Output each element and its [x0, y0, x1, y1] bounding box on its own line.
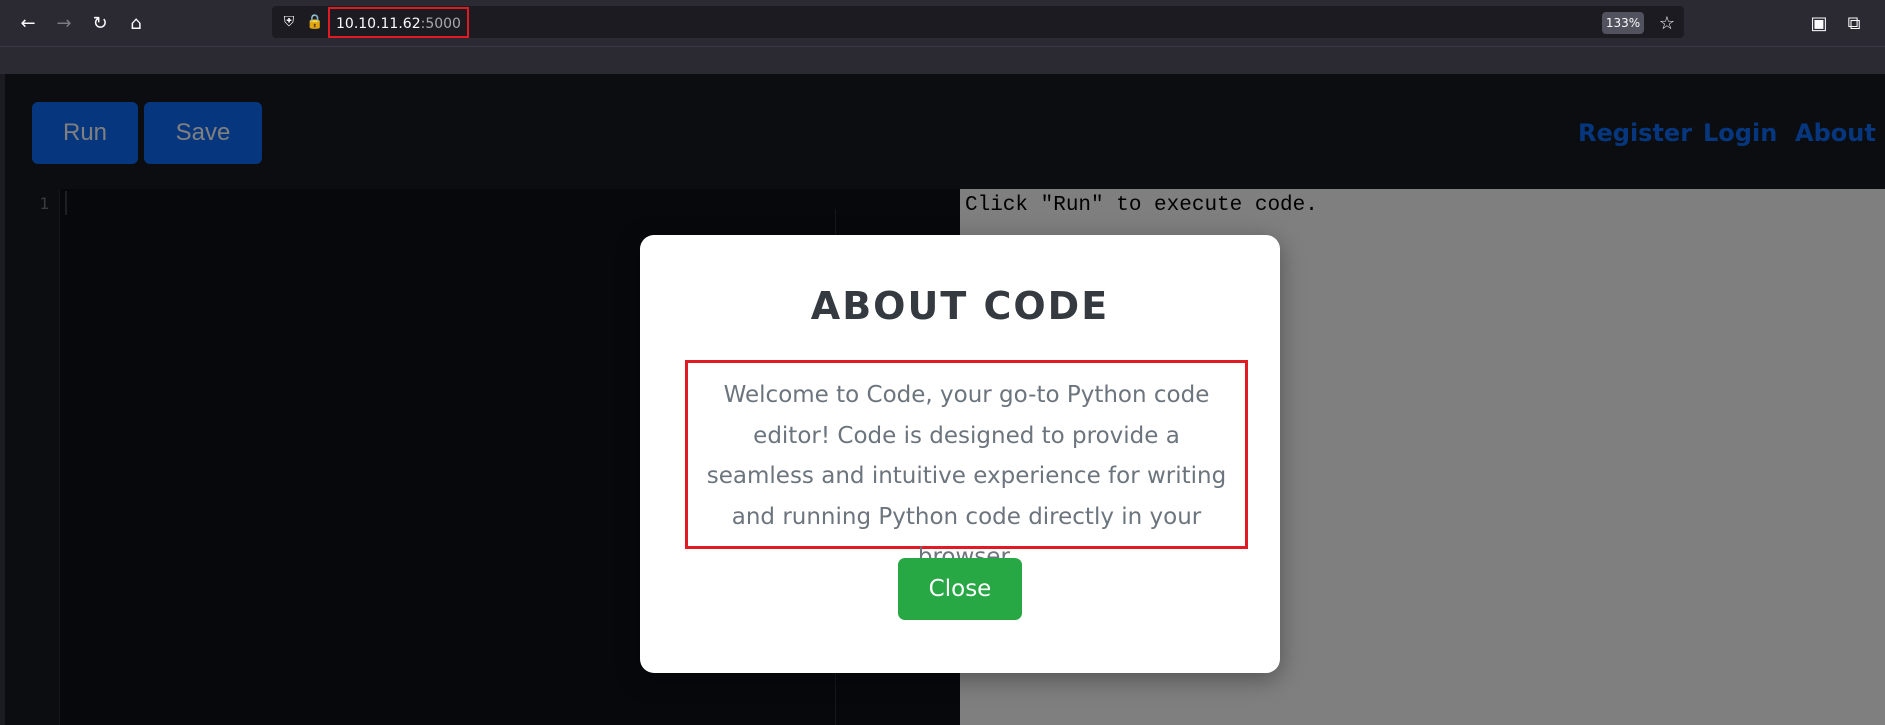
modal-description: Welcome to Code, your go-to Python code …: [706, 382, 1227, 570]
bookmarks-bar: [0, 46, 1885, 113]
about-modal: ABOUT CODE Welcome to Code, your go-to P…: [640, 235, 1280, 673]
back-arrow-icon[interactable]: ←: [14, 10, 42, 38]
extensions-icon[interactable]: ⧉: [1840, 10, 1868, 38]
lock-icon[interactable]: 🔒: [306, 13, 324, 31]
browser-toolbar: ← → ↻ ⌂ ⛨ 🔒 10.10.11.62:5000 133% ☆ ▣ ⧉: [0, 0, 1885, 46]
url-text[interactable]: 10.10.11.62:5000: [328, 7, 469, 38]
pocket-icon[interactable]: ▣: [1805, 10, 1833, 38]
modal-body-highlight: Welcome to Code, your go-to Python code …: [685, 360, 1248, 570]
home-icon[interactable]: ⌂: [122, 10, 150, 38]
reload-icon[interactable]: ↻: [86, 10, 114, 38]
star-icon[interactable]: ☆: [1653, 10, 1681, 38]
zoom-level-badge[interactable]: 133%: [1602, 12, 1644, 34]
address-bar[interactable]: ⛨ 🔒: [272, 6, 1684, 38]
modal-title: ABOUT CODE: [810, 284, 1110, 328]
close-button[interactable]: Close: [898, 558, 1022, 620]
shield-icon[interactable]: ⛨: [280, 13, 298, 31]
forward-arrow-icon[interactable]: →: [50, 10, 78, 38]
